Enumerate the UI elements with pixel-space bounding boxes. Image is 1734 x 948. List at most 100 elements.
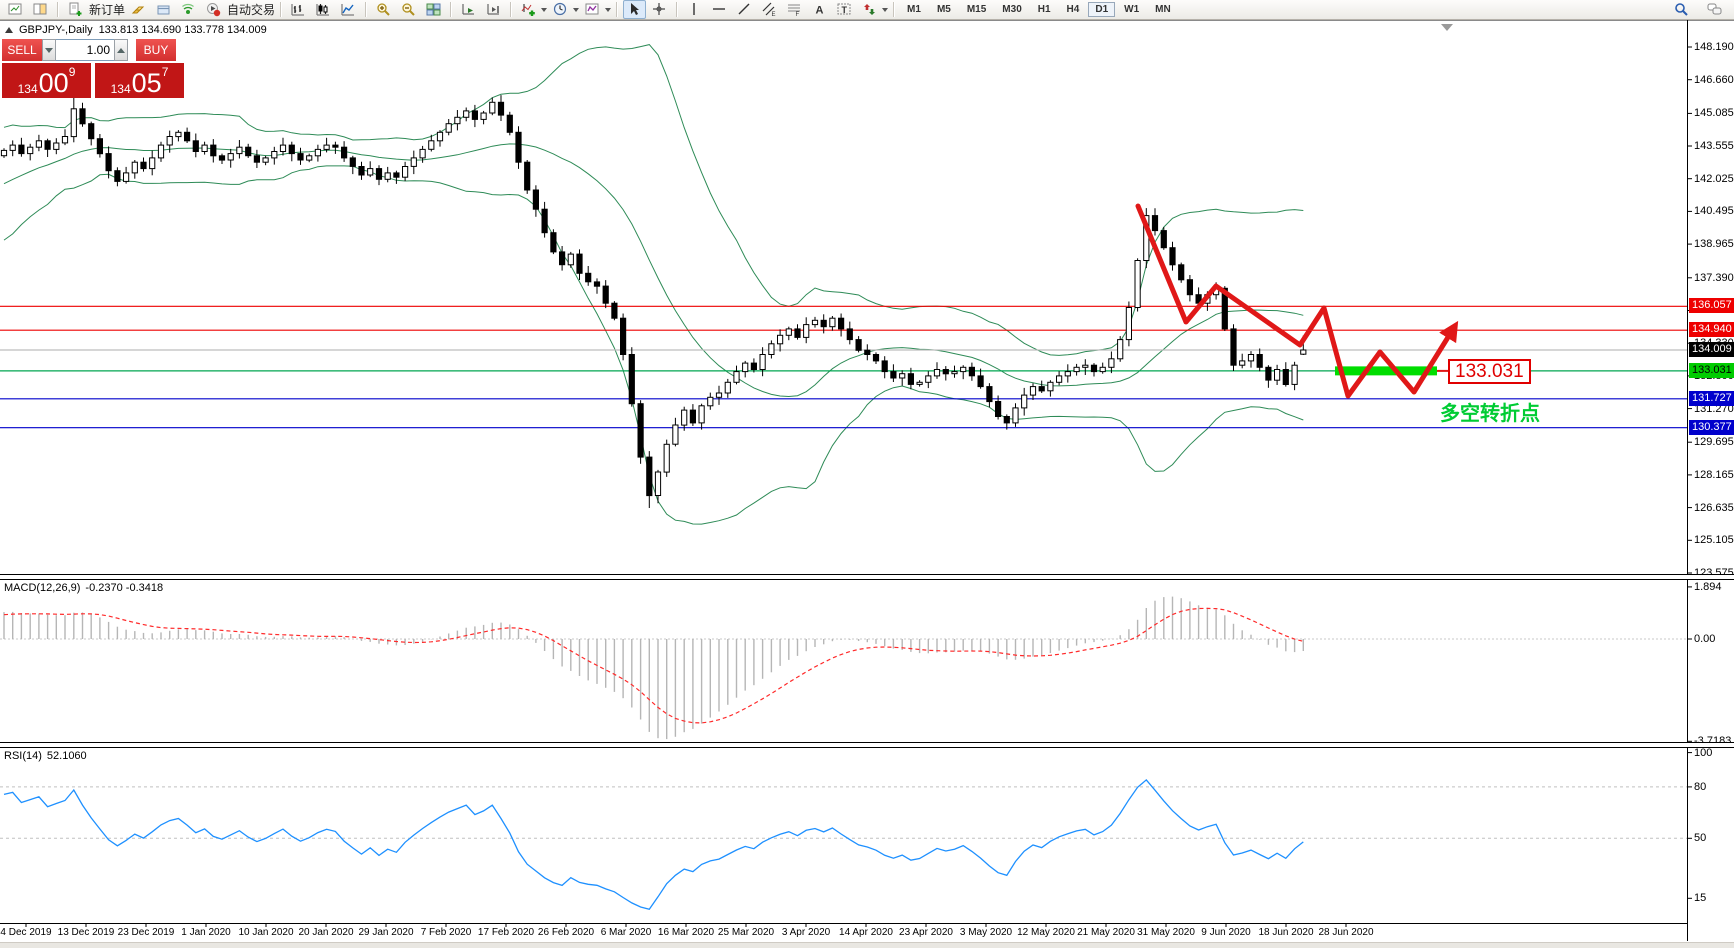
tile-windows-icon: [422, 0, 445, 19]
rsi-value: 52.1060: [47, 750, 87, 762]
date-tick: 13 Dec 2019: [58, 927, 115, 938]
panel-divider-macd[interactable]: [0, 574, 1734, 580]
sell-price-big: 00: [39, 70, 69, 96]
auto-scroll-icon: [457, 0, 480, 19]
new-chart-icon[interactable]: [3, 0, 28, 19]
date-tick: 17 Feb 2020: [478, 927, 534, 938]
timeframe-m5[interactable]: M5: [930, 2, 958, 17]
fibonacci-icon[interactable]: F: [782, 0, 807, 19]
new-order-button[interactable]: 新订单: [63, 0, 126, 19]
ohlc-values: 133.813 134.690 133.778 134.009: [99, 24, 267, 36]
arrows-icon[interactable]: [857, 0, 889, 19]
turning-point-label[interactable]: 多空转折点: [1440, 397, 1540, 426]
volume-input[interactable]: [56, 39, 114, 61]
price-tick: 138.965: [1694, 239, 1734, 250]
buy-button[interactable]: BUY: [136, 39, 176, 61]
timeframe-d1[interactable]: D1: [1088, 2, 1115, 17]
timeframe-m15[interactable]: M15: [960, 2, 993, 17]
template-icon: [581, 0, 604, 19]
chart-canvas[interactable]: [0, 0, 1734, 948]
timeframe-m30[interactable]: M30: [995, 2, 1028, 17]
date-tick: 21 May 2020: [1077, 927, 1135, 938]
line-chart-icon: [337, 0, 360, 19]
sell-price[interactable]: 134 00 9: [2, 63, 91, 98]
arrows-icon: [858, 0, 881, 19]
chart-shift-icon: [482, 0, 505, 19]
auto-scroll-icon[interactable]: [456, 0, 481, 19]
chart-top-border: [0, 20, 1734, 21]
timeframe-h4[interactable]: H4: [1060, 2, 1087, 17]
date-tick: 3 May 2020: [960, 927, 1012, 938]
chevron-down-icon: [541, 8, 547, 12]
trendline-icon[interactable]: [732, 0, 757, 19]
cursor-icon: [623, 0, 646, 19]
line-chart-icon[interactable]: [336, 0, 361, 19]
terminal-icon[interactable]: [151, 0, 176, 19]
period-icon[interactable]: [548, 0, 580, 19]
metaeditor-icon[interactable]: [126, 0, 151, 19]
toolbar-separator: [893, 2, 895, 17]
cursor-icon[interactable]: [622, 0, 647, 19]
horizontal-line-icon[interactable]: [707, 0, 732, 19]
text-icon: A: [808, 0, 831, 19]
date-tick: 31 May 2020: [1137, 927, 1195, 938]
date-tick: 26 Feb 2020: [538, 927, 594, 938]
timeframe-mn[interactable]: MN: [1148, 2, 1178, 17]
date-tick: 14 Apr 2020: [839, 927, 893, 938]
chevron-down-icon: [573, 8, 579, 12]
chevron-down-icon: [605, 8, 611, 12]
price-tick: 129.695: [1694, 437, 1734, 448]
crosshair-icon[interactable]: [647, 0, 672, 19]
search-icon[interactable]: [1670, 0, 1693, 19]
sell-button[interactable]: SELL: [2, 39, 42, 61]
price-tick: 146.660: [1694, 75, 1734, 86]
template-icon[interactable]: [580, 0, 612, 19]
toolbar-separator: [676, 2, 678, 17]
macd-label: MACD(12,26,9): [4, 582, 80, 594]
horizontal-line-icon: [708, 0, 731, 19]
equidistant-channel-icon[interactable]: E: [757, 0, 782, 19]
tile-windows-icon[interactable]: [421, 0, 446, 19]
timeframe-m1[interactable]: M1: [900, 2, 928, 17]
text-icon[interactable]: A: [807, 0, 832, 19]
new-chart-icon: [4, 0, 27, 19]
collapse-icon[interactable]: [5, 27, 13, 33]
candle-chart-icon[interactable]: [311, 0, 336, 19]
price-flag: 131.727: [1689, 391, 1734, 406]
price-callout[interactable]: 133.031: [1448, 359, 1531, 384]
chart-shift-icon[interactable]: [481, 0, 506, 19]
bar-chart-icon[interactable]: [286, 0, 311, 19]
status-strip: [0, 942, 1734, 948]
period-icon: [549, 0, 572, 19]
autotrading-button[interactable]: 自动交易: [201, 0, 276, 19]
date-tick: 9 Jun 2020: [1201, 927, 1251, 938]
text-label-icon[interactable]: T: [832, 0, 857, 19]
buy-price[interactable]: 134 05 7: [95, 63, 184, 98]
date-tick: 10 Jan 2020: [238, 927, 293, 938]
price-flag: 134.009: [1689, 342, 1734, 357]
date-tick: 6 Mar 2020: [601, 927, 652, 938]
buy-price-sup: 7: [162, 66, 169, 78]
svg-text:A: A: [816, 5, 824, 17]
profiles-icon[interactable]: [28, 0, 53, 19]
toolbar-separator: [510, 2, 512, 17]
signals-icon[interactable]: [176, 0, 201, 19]
toolbar-separator: [57, 2, 59, 17]
timeframe-w1[interactable]: W1: [1117, 2, 1146, 17]
vertical-line-icon[interactable]: [682, 0, 707, 19]
price-tick: 128.165: [1694, 470, 1734, 481]
price-tick: 148.190: [1694, 42, 1734, 53]
timeframe-h1[interactable]: H1: [1031, 2, 1058, 17]
volume-increase-button[interactable]: [114, 39, 128, 61]
volume-decrease-button[interactable]: [42, 39, 56, 61]
zoom-in-icon[interactable]: [371, 0, 396, 19]
rsi-tick: 50: [1694, 833, 1706, 844]
buy-price-prefix: 134: [111, 82, 131, 96]
zoom-out-icon[interactable]: [396, 0, 421, 19]
toolbar-separator: [365, 2, 367, 17]
add-indicator-icon[interactable]: [516, 0, 548, 19]
date-tick: 29 Jan 2020: [358, 927, 413, 938]
panel-divider-rsi[interactable]: [0, 742, 1734, 748]
zoom-in-icon: [372, 0, 395, 19]
chat-icon[interactable]: [1703, 0, 1726, 19]
